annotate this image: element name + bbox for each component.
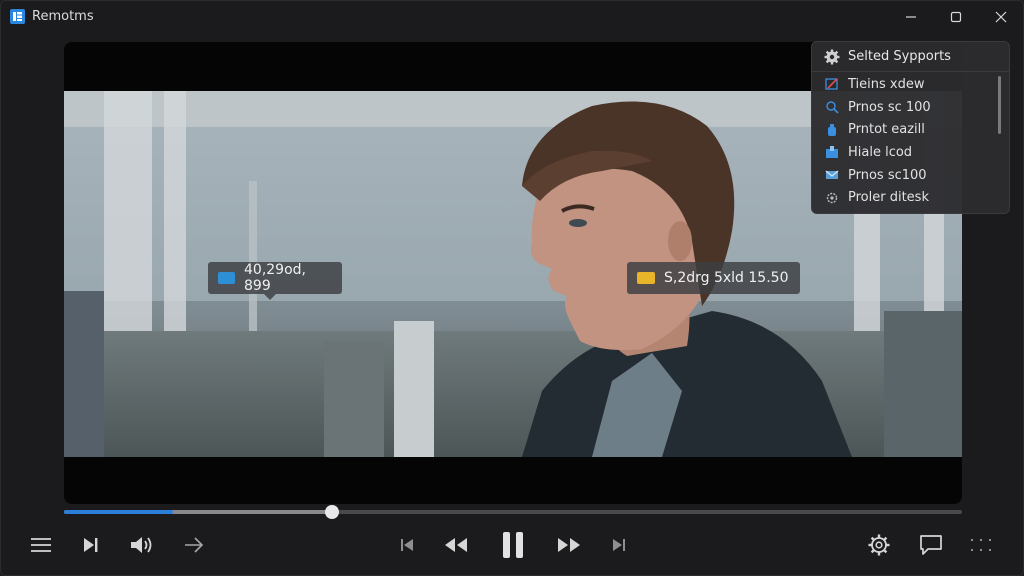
window-title: Remotms: [32, 9, 94, 24]
subtitles-button[interactable]: [915, 529, 947, 561]
fast-forward-button[interactable]: [553, 529, 585, 561]
panel-item[interactable]: Prnos sc100: [812, 164, 1009, 187]
player-window: Remotms 40,29od, 899 S,2drg 5xld 15.50 S…: [0, 0, 1024, 576]
panel-item[interactable]: Hiale lcod: [812, 141, 1009, 164]
seek-bar-buffered: [64, 510, 173, 514]
chat-bubble-icon: [920, 535, 942, 555]
maximize-icon: [950, 11, 962, 23]
hamburger-icon: [31, 538, 51, 552]
panel-title: Selted Sypports: [848, 49, 951, 64]
close-icon: [995, 11, 1007, 23]
gear-icon: [824, 49, 840, 64]
supports-panel: Selted Sypports Tieins xdew Prnos sc 100…: [811, 41, 1010, 214]
annotation-badge-left[interactable]: 40,29od, 899: [208, 262, 342, 300]
panel-item[interactable]: Tieins xdew: [812, 73, 1009, 96]
volume-icon: [131, 537, 152, 553]
skip-next-icon: [613, 539, 625, 551]
panel-list: Tieins xdew Prnos sc 100 Prntot eazill H…: [812, 73, 1009, 209]
panel-scrollbar[interactable]: [998, 76, 1001, 134]
mail-icon: [825, 170, 839, 180]
minimize-button[interactable]: [888, 1, 934, 33]
settings-gear-icon: [868, 534, 890, 556]
pen-icon: [825, 78, 838, 90]
menu-button[interactable]: [25, 529, 57, 561]
skip-next-button[interactable]: [603, 529, 635, 561]
panel-item[interactable]: Prnos sc 100: [812, 96, 1009, 119]
title-bar[interactable]: Remotms: [1, 1, 1023, 33]
close-button[interactable]: [978, 1, 1024, 33]
gear-outline-icon: [826, 192, 838, 203]
fast-forward-icon: [558, 538, 580, 552]
annotation-badge-right[interactable]: S,2drg 5xld 15.50: [627, 262, 800, 294]
skip-previous-icon: [401, 539, 413, 551]
panel-item[interactable]: Proler ditesk: [812, 186, 1009, 209]
settings-button[interactable]: [863, 529, 895, 561]
grid-dots-icon: [971, 539, 991, 551]
panel-header[interactable]: Selted Sypports: [812, 42, 1009, 72]
search-icon: [826, 101, 839, 114]
step-forward-icon: [84, 538, 98, 552]
pause-button[interactable]: [497, 529, 529, 561]
seek-bar[interactable]: [64, 505, 962, 519]
volume-button[interactable]: [126, 529, 158, 561]
forward-arrow-button[interactable]: [178, 529, 210, 561]
minimize-icon: [906, 16, 916, 18]
bottle-icon: [828, 123, 836, 136]
maximize-button[interactable]: [933, 1, 979, 33]
rewind-icon: [445, 538, 467, 552]
badge-tag-icon: [637, 272, 655, 284]
annotation-badge-right-text: S,2drg 5xld 15.50: [664, 270, 789, 286]
seek-handle[interactable]: [324, 505, 339, 519]
badge-flag-icon: [218, 272, 235, 284]
play-next-frame-button[interactable]: [75, 529, 107, 561]
pause-icon: [503, 532, 523, 558]
arrow-right-icon: [185, 537, 204, 553]
annotation-badge-left-text: 40,29od, 899: [244, 262, 306, 294]
app-logo-icon: [10, 9, 25, 24]
panel-item[interactable]: Prntot eazill: [812, 118, 1009, 141]
rewind-button[interactable]: [440, 529, 472, 561]
upload-box-icon: [826, 146, 838, 159]
more-options-button[interactable]: [965, 529, 997, 561]
skip-previous-button[interactable]: [391, 529, 423, 561]
